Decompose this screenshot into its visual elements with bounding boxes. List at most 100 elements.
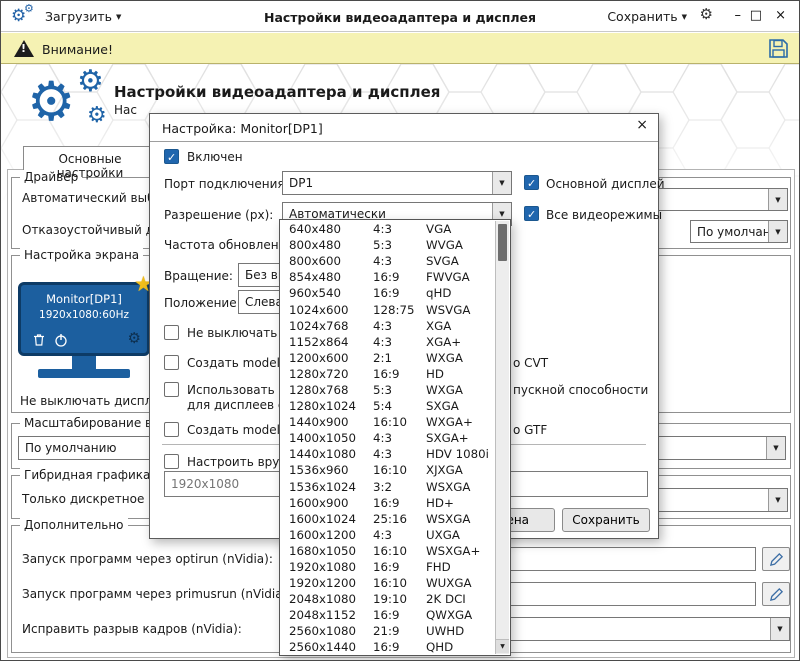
port-combobox[interactable]: DP1 ▼ (282, 171, 512, 195)
resolution-option-name: WXGA+ (426, 415, 495, 429)
warning-message: Внимание! (42, 42, 113, 57)
resolution-option[interactable]: 1600x90016:9HD+ (280, 495, 495, 511)
monitor-stand (72, 356, 96, 370)
dialog-keep-on-checkbox[interactable] (164, 325, 179, 340)
failsafe-default-value: По умолчанию (691, 225, 768, 239)
gear-icon: ⚙ (24, 3, 34, 14)
resolution-option[interactable]: 2048x115216:9QWXGA (280, 607, 495, 623)
resolution-option-res: 1024x600 (289, 303, 373, 317)
resolution-option-name: WSXGA (426, 512, 495, 526)
resolution-option[interactable]: 1600x102425:16WSXGA (280, 511, 495, 527)
resolution-option[interactable]: 1440x10804:3HDV 1080i (280, 446, 495, 462)
scrollbar[interactable]: ▼ (495, 221, 509, 654)
resolution-option[interactable]: 1600x12004:3UXGA (280, 527, 495, 543)
group-hybrid-legend: Гибридная графика (20, 468, 154, 482)
failsafe-default-combobox[interactable]: По умолчанию ▼ (690, 220, 788, 243)
enabled-checkbox[interactable]: ✓ (164, 149, 179, 164)
resolution-option[interactable]: 1024x7684:3XGA (280, 318, 495, 334)
resolution-option[interactable]: 800x4805:3WVGA (280, 237, 495, 253)
resolution-option-name: WXGA (426, 383, 495, 397)
chevron-down-icon: ▼ (768, 189, 787, 210)
resolution-option[interactable]: 1280x72016:9HD (280, 366, 495, 382)
chevron-down-icon: ▼ (768, 489, 787, 511)
resolution-option-res: 1280x1024 (289, 399, 373, 413)
resolution-option-name: 2K DCI (426, 592, 495, 606)
monitor-card[interactable]: Monitor[DP1] 1920x1080:60Hz ⚙ (18, 282, 150, 356)
resolution-option-ratio: 4:3 (373, 528, 426, 542)
modeline-cvt-label-tail: о CVT (513, 356, 548, 370)
window-title: Настройки видеоадаптера и дисплея (201, 10, 599, 25)
resolution-option-res: 1920x1080 (289, 560, 373, 574)
minimize-button[interactable]: – (735, 9, 742, 22)
resolution-option[interactable]: 1024x600128:75WSVGA (280, 301, 495, 317)
resolution-option-res: 1600x1200 (289, 528, 373, 542)
resolution-option[interactable]: 1152x8644:3XGA+ (280, 334, 495, 350)
chevron-down-icon: ▼ (766, 437, 785, 459)
resolution-option[interactable]: 1400x10504:3SXGA+ (280, 430, 495, 446)
dialog-close-icon[interactable]: × (636, 118, 648, 132)
primusrun-label: Запуск программ через primusrun (nVidia)… (22, 587, 291, 601)
resolution-option[interactable]: 2560x108021:9UWHD (280, 623, 495, 639)
maximize-button[interactable]: □ (750, 9, 762, 22)
resolution-option[interactable]: 1536x96016:10XJXGA (280, 462, 495, 478)
resolution-option-ratio: 16:10 (373, 576, 426, 590)
tab-main-settings[interactable]: Основные настройки (23, 146, 157, 170)
checkmark-icon: ✓ (527, 176, 536, 191)
trash-icon[interactable] (31, 332, 47, 348)
resolution-option[interactable]: 1536x10243:2WSXGA (280, 479, 495, 495)
all-modes-checkbox[interactable]: ✓ (524, 206, 539, 221)
primary-display-checkbox[interactable]: ✓ (524, 175, 539, 190)
keep-display-on-label: Не выключать диспл (20, 394, 152, 408)
settings-gear-icon[interactable]: ⚙ (700, 7, 713, 22)
resolution-option[interactable]: 1920x120016:10WUXGA (280, 575, 495, 591)
monitor-toolbar: ⚙ (29, 331, 141, 349)
resolution-option[interactable]: 1200x6002:1WXGA (280, 350, 495, 366)
resolution-option[interactable]: 1280x7685:3WXGA (280, 382, 495, 398)
resolution-option[interactable]: 1440x90016:10WXGA+ (280, 414, 495, 430)
chevron-down-icon: ▼ (768, 221, 787, 242)
resolution-option-ratio: 16:9 (373, 496, 426, 510)
resolution-option[interactable]: 800x6004:3SVGA (280, 253, 495, 269)
resolution-option[interactable]: 960x54016:9qHD (280, 285, 495, 301)
save-floppy-icon[interactable] (767, 37, 790, 60)
pencil-icon (769, 552, 784, 567)
cvt-reduced-checkbox[interactable] (164, 382, 179, 397)
dialog-save-button[interactable]: Сохранить (562, 508, 650, 532)
resolution-option-ratio: 19:10 (373, 592, 426, 606)
resolution-option[interactable]: 1920x108016:9FHD (280, 559, 495, 575)
power-icon[interactable] (53, 332, 69, 348)
scrollbar-down-arrow-icon[interactable]: ▼ (496, 639, 509, 653)
monitor-settings-gear-icon[interactable]: ⚙ (128, 331, 141, 346)
resolution-option-name: WXGA (426, 351, 495, 365)
resolution-option[interactable]: 640x4804:3VGA (280, 221, 495, 237)
gear-icon: ⚙ (27, 75, 75, 129)
scrollbar-thumb[interactable] (498, 224, 507, 261)
resolution-option[interactable]: 1680x105016:10WSXGA+ (280, 543, 495, 559)
modeline-cvt-checkbox[interactable] (164, 355, 179, 370)
gear-icon: ⚙ (87, 105, 107, 127)
primusrun-edit-button[interactable] (762, 582, 790, 606)
resolution-option-ratio: 16:9 (373, 270, 426, 284)
optirun-edit-button[interactable] (762, 547, 790, 571)
resolution-option[interactable]: 2560x144016:9QHD (280, 639, 495, 654)
resolution-option-ratio: 5:4 (373, 399, 426, 413)
resolution-dropdown-list: 640x4804:3VGA800x4805:3WVGA800x6004:3SVG… (279, 219, 511, 656)
cvt-reduced-label-tail: пускной способности (513, 383, 648, 397)
load-menu-button[interactable]: Загрузить ▼ (45, 9, 121, 24)
resolution-option[interactable]: 854x48016:9FWVGA (280, 269, 495, 285)
manual-checkbox[interactable] (164, 454, 179, 469)
resolution-option-res: 2048x1080 (289, 592, 373, 606)
save-menu-button[interactable]: Сохранить ▼ (607, 9, 687, 24)
resolution-option[interactable]: 2048x108019:102K DCI (280, 591, 495, 607)
resolution-option-name: WVGA (426, 238, 495, 252)
enabled-label: Включен (187, 150, 243, 164)
warning-bar: ! Внимание! (1, 33, 799, 64)
resolution-option[interactable]: 1280x10245:4SXGA (280, 398, 495, 414)
close-window-button[interactable]: × (775, 9, 786, 22)
resolution-option-res: 960x540 (289, 286, 373, 300)
dialog-title: Настройка: Monitor[DP1] (162, 121, 323, 136)
checkmark-icon: ✓ (167, 150, 176, 165)
modeline-gtf-checkbox[interactable] (164, 422, 179, 437)
chevron-down-icon: ▼ (770, 618, 789, 640)
resolution-option-res: 2560x1440 (289, 640, 373, 654)
